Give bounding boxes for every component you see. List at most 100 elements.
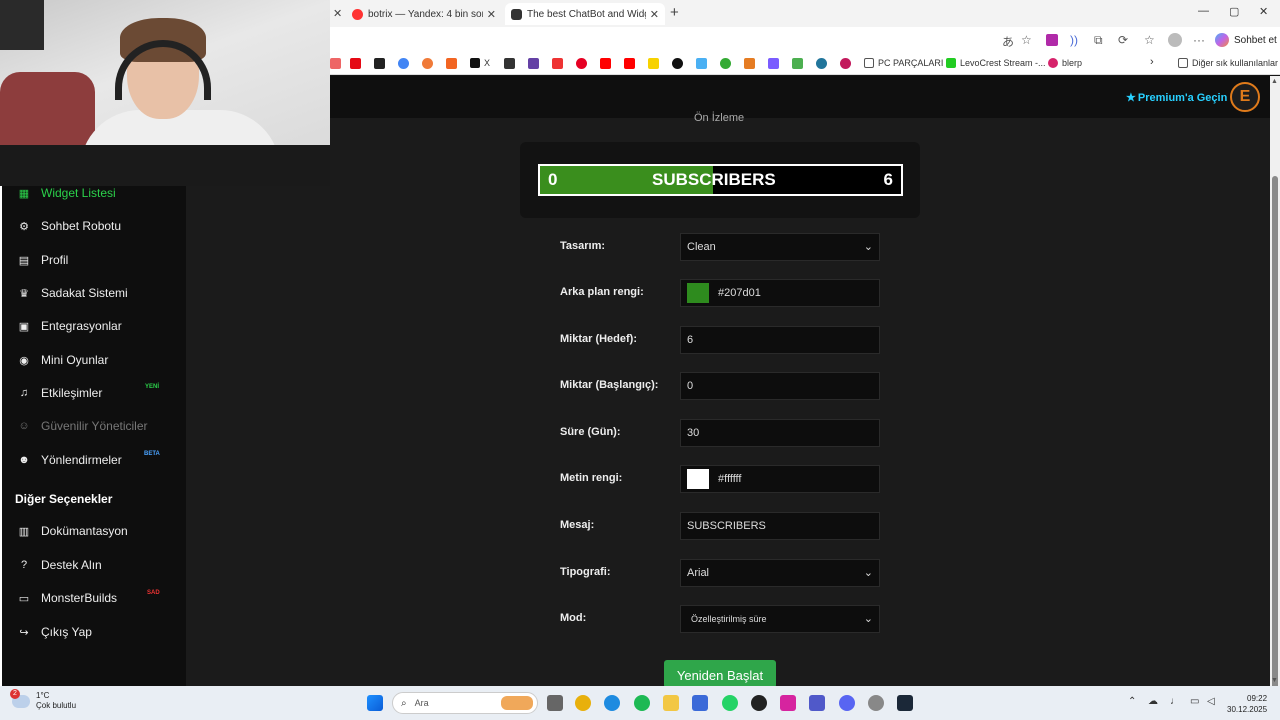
sidebar-item-docs[interactable]: ▥ Dokümantasyon [17,521,128,541]
bookmark-icon[interactable] [720,58,731,69]
amazon-icon[interactable] [374,58,385,69]
chatgpt-icon[interactable] [751,695,767,711]
youtube-icon[interactable] [600,58,611,69]
duration-input[interactable]: 30 [680,419,880,447]
microphone-icon[interactable]: ♩ [1170,696,1180,707]
instagram-icon[interactable] [780,695,796,711]
chevron-up-icon[interactable]: ⌃ [1128,696,1136,707]
scroll-down-icon[interactable]: ▼ [1271,677,1278,684]
sidebar-item-chatbot[interactable]: ⚙ Sohbet Robotu [17,216,121,236]
bookmark-icon[interactable] [504,58,515,69]
restart-button[interactable]: Yeniden Başlat [664,660,776,688]
goal-input[interactable]: 6 [680,326,880,354]
extension-icon[interactable] [1046,34,1058,46]
bookmark-icon[interactable] [792,58,803,69]
tab-botrix[interactable]: The best ChatBot and Widgets for ✕ [505,3,665,25]
spotify-icon[interactable] [634,695,650,711]
bookmark-icon[interactable] [446,58,457,69]
onedrive-icon[interactable]: ☁ [1148,696,1158,707]
scroll-up-icon[interactable]: ▲ [1271,78,1278,85]
minimize-button[interactable]: — [1198,5,1209,17]
sidebar-item-mini-games[interactable]: ◉ Mini Oyunlar [17,350,108,370]
bookmark-icon[interactable] [422,58,433,69]
search-icon: ⌕ [401,697,407,709]
translate-icon[interactable]: あ [1002,33,1014,50]
bookmark-other-folder[interactable]: Diğer sık kullanılanlar [1178,58,1278,68]
close-tab-icon[interactable]: ✕ [333,7,342,20]
app-icon[interactable] [868,695,884,711]
bookmark-pc-parts[interactable]: PC PARÇALARI [864,58,943,68]
profile-avatar-icon[interactable] [1168,33,1182,47]
discord-icon[interactable] [839,695,855,711]
bg-color-swatch[interactable] [687,283,709,303]
close-window-button[interactable]: ✕ [1259,5,1268,18]
bookmark-x[interactable]: X [470,58,490,68]
design-select[interactable]: Clean ⌄ [680,233,880,261]
bookmark-levocrest[interactable]: LevoCrest Stream -... [946,58,1046,68]
close-tab-icon[interactable]: ✕ [650,8,659,21]
windows-start-icon[interactable] [367,695,383,711]
sidebar-item-logout[interactable]: ↪ Çıkış Yap [17,622,92,642]
sidebar-item-trusted-managers[interactable]: ☺ Güvenilir Yöneticiler [17,416,147,436]
favorites-icon[interactable]: ☆ [1144,33,1155,47]
bookmark-icon[interactable] [552,58,563,69]
menu-icon[interactable]: ··· [1193,33,1205,47]
text-color-swatch[interactable] [687,469,709,489]
premium-link[interactable]: ★ Premium'a Geçin [1126,91,1227,104]
teams-icon[interactable] [809,695,825,711]
bookmark-icon[interactable] [840,58,851,69]
text-color-input[interactable]: #ffffff [680,465,880,493]
whatsapp-icon[interactable] [722,695,738,711]
google-icon[interactable] [398,58,409,69]
youtube-icon[interactable] [624,58,635,69]
sidebar-item-loyalty[interactable]: ♛ Sadakat Sistemi [17,283,128,303]
sidebar-item-integrations[interactable]: ▣ Entegrasyonlar [17,316,122,336]
bookmark-icon[interactable] [648,58,659,69]
display-icon[interactable]: ▭ [1190,696,1199,707]
star-icon[interactable]: ☆ [1021,33,1032,47]
page-scrollbar[interactable]: ▲ ▼ [1270,76,1280,716]
taskbar-search[interactable]: ⌕ Ara [392,692,538,714]
chevron-right-icon[interactable]: › [1150,56,1154,68]
mode-select[interactable]: Özelleştirilmiş süre ⌄ [680,605,880,633]
settings-icon[interactable]: ⟳ [1118,33,1128,47]
bg-color-input[interactable]: #207d01 [680,279,880,307]
typography-select[interactable]: Arial ⌄ [680,559,880,587]
restore-button[interactable]: ▢ [1229,5,1239,18]
sidebar-item-profile[interactable]: ▤ Profil [17,250,69,270]
pinterest-icon[interactable] [576,58,587,69]
chrome-icon[interactable] [575,695,591,711]
bookmark-blerp[interactable]: blerp [1048,58,1082,68]
bookmark-icon[interactable] [696,58,707,69]
scrollbar-thumb[interactable] [1272,176,1278,716]
new-tab-button[interactable]: + [670,4,679,21]
read-aloud-icon[interactable]: )) [1070,33,1078,47]
close-tab-icon[interactable]: ✕ [487,8,496,21]
sidebar-item-interactions[interactable]: ♫ Etkileşimler [17,383,102,403]
store-icon[interactable] [692,695,708,711]
volume-icon[interactable]: ◁ [1207,696,1215,707]
start-input[interactable]: 0 [680,372,880,400]
user-avatar[interactable]: E [1230,82,1260,112]
tab-yandex[interactable]: botrix — Yandex: 4 bin sonuç bulundu ✕ [346,3,502,25]
message-input[interactable]: SUBSCRIBERS [680,512,880,540]
sidebar-item-widget-list[interactable]: ▦ Widget Listesi [17,183,116,203]
bookmark-icon[interactable] [672,58,683,69]
bookmark-icon[interactable] [768,58,779,69]
weather-widget[interactable]: 2 1°C Çok bulutlu [10,688,76,711]
extensions-icon[interactable]: ⧉ [1094,33,1103,48]
sidebar-item-redirects[interactable]: ☻ Yönlendirmeler [17,450,122,470]
bookmark-icon[interactable] [744,58,755,69]
edge-icon[interactable] [604,695,620,711]
sidebar-item-monsterbuilds[interactable]: ▭ MonsterBuilds [17,588,117,608]
copilot-button[interactable]: Sohbet et [1215,30,1277,50]
wordpress-icon[interactable] [816,58,827,69]
steam-icon[interactable] [897,695,913,711]
sidebar-item-support[interactable]: ? Destek Alın [17,555,102,575]
file-explorer-icon[interactable] [663,695,679,711]
netflix-icon[interactable] [350,58,361,69]
system-clock[interactable]: 09:22 30.12.2025 [1227,693,1267,715]
task-view-icon[interactable] [547,695,563,711]
twitch-icon[interactable] [528,58,539,69]
bookmark-icon[interactable] [330,58,341,69]
